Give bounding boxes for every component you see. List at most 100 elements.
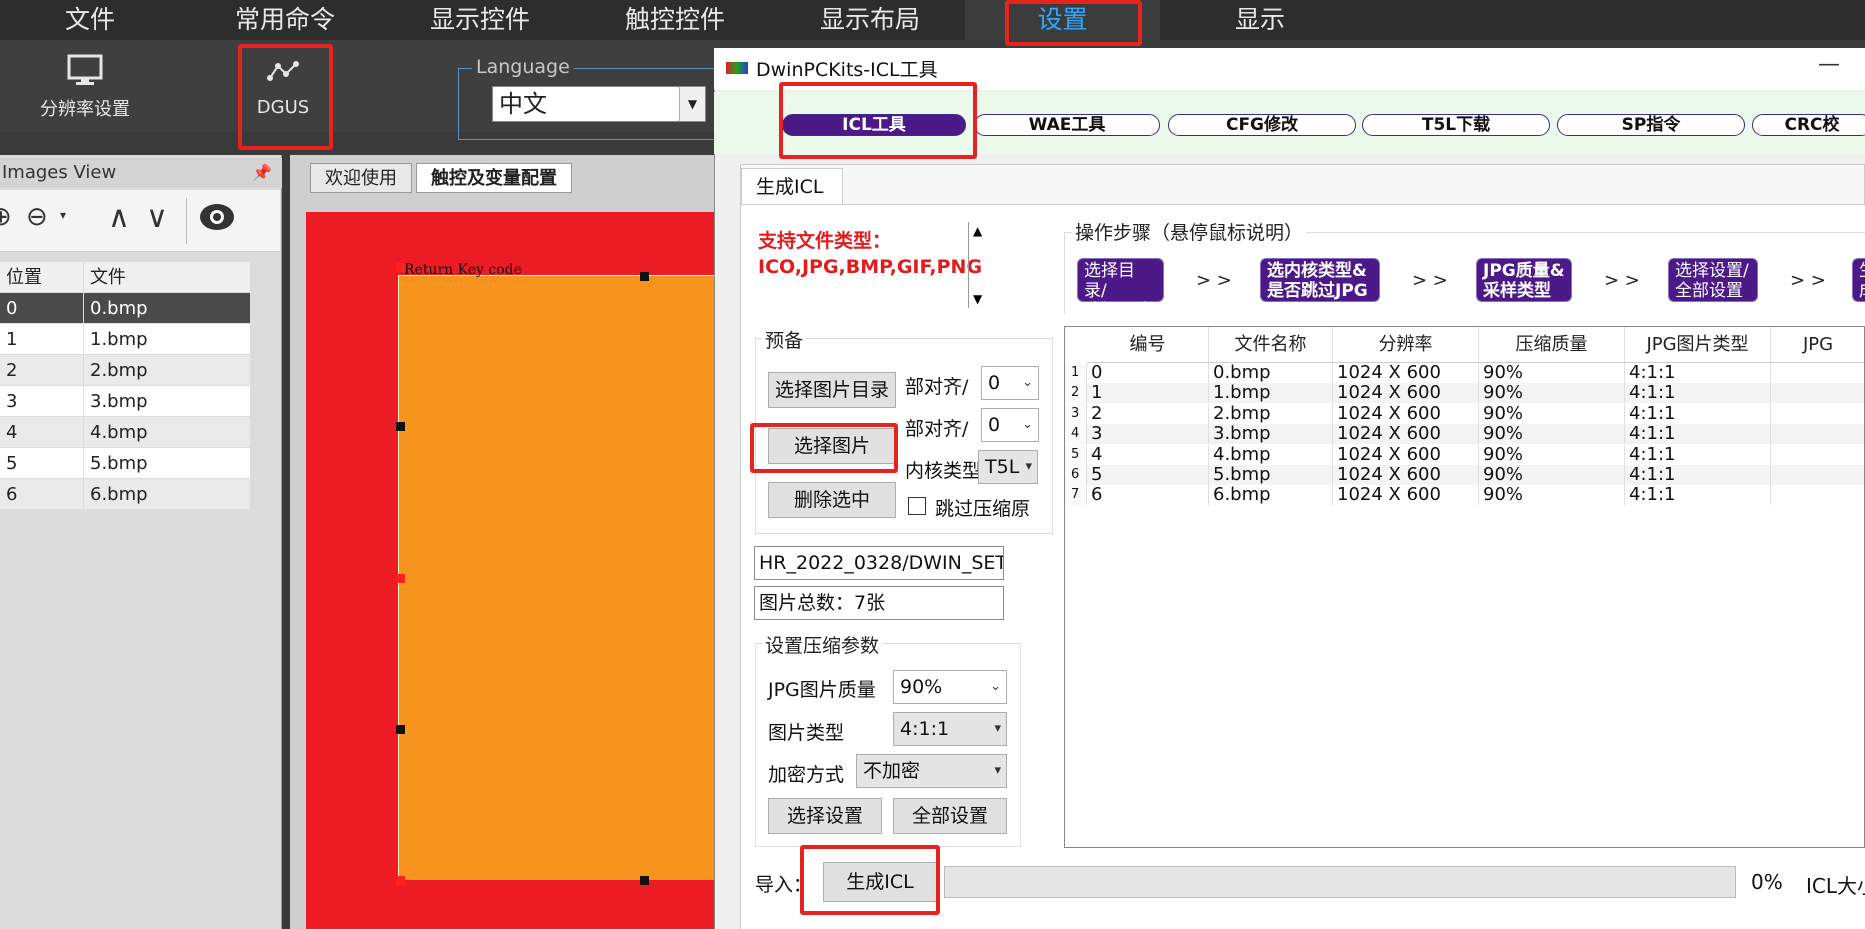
filename-cell: 0.bmp xyxy=(1209,363,1333,383)
tool-tab-t5l[interactable]: T5L下载 xyxy=(1362,114,1550,136)
grid-row[interactable]: 4 3 3.bmp 1024 X 600 90% 4:1:1 xyxy=(1065,424,1864,445)
resize-handle[interactable] xyxy=(396,422,405,431)
grid-row[interactable]: 3 2 2.bmp 1024 X 600 90% 4:1:1 xyxy=(1065,403,1864,424)
menu-settings[interactable]: 设置 xyxy=(965,0,1160,40)
resize-handle[interactable] xyxy=(396,263,405,272)
row-number-cell: 2 xyxy=(1065,383,1087,404)
touch-region[interactable] xyxy=(398,275,720,880)
eye-icon[interactable] xyxy=(198,200,236,241)
tab-welcome[interactable]: 欢迎使用 xyxy=(310,163,412,193)
tool-tab-icl[interactable]: ICL工具 xyxy=(782,114,966,136)
grid-header-index[interactable]: 编号 xyxy=(1087,327,1209,363)
images-table-row[interactable]: 5 5.bmp xyxy=(0,448,250,479)
skip-compress-checkbox[interactable] xyxy=(908,497,926,515)
grid-header-jpg-type[interactable]: JPG图片类型 xyxy=(1625,327,1771,363)
chevron-down-icon: ⌄ xyxy=(1022,417,1033,432)
images-table-row[interactable]: 4 4.bmp xyxy=(0,417,250,448)
step-generate[interactable]: 生成 xyxy=(1852,258,1865,302)
images-table-row[interactable]: 3 3.bmp xyxy=(0,386,250,417)
path-field[interactable]: HR_2022_0328/DWIN_SET xyxy=(754,546,1004,580)
tool-tab-sp[interactable]: SP指令 xyxy=(1557,114,1745,136)
step-settings[interactable]: 选择设置/全部设置 xyxy=(1668,258,1758,302)
total-images-field: 图片总数：7张 xyxy=(754,586,1004,620)
scroll-down-icon[interactable]: ▼ xyxy=(973,292,982,306)
grid-row[interactable]: 1 0 0.bmp 1024 X 600 90% 4:1:1 xyxy=(1065,363,1864,383)
dgus-button[interactable]: DGUS xyxy=(248,58,318,118)
jpg-extra-cell xyxy=(1771,485,1864,505)
resize-handle[interactable] xyxy=(640,876,649,885)
resolution-label: 分辨率设置 xyxy=(40,99,130,120)
menu-display-layout[interactable]: 显示布局 xyxy=(795,0,945,40)
dgus-label: DGUS xyxy=(256,97,310,118)
toolbar-divider xyxy=(186,198,187,244)
grid-header-resolution[interactable]: 分辨率 xyxy=(1333,327,1479,363)
add-icon[interactable]: ⊕ xyxy=(0,202,12,232)
resize-handle[interactable] xyxy=(640,272,649,281)
jpg-type-cell: 4:1:1 xyxy=(1625,383,1771,404)
core-type-combo[interactable]: T5L ▾ xyxy=(978,450,1038,484)
generate-icl-button[interactable]: 生成ICL xyxy=(823,862,937,902)
grid-row[interactable]: 5 4 4.bmp 1024 X 600 90% 4:1:1 xyxy=(1065,444,1864,465)
resize-handle[interactable] xyxy=(396,876,405,885)
grid-header-filename[interactable]: 文件名称 xyxy=(1209,327,1333,363)
align-combo-1[interactable]: 0 ⌄ xyxy=(981,366,1039,400)
encrypt-combo[interactable]: 不加密 ▾ xyxy=(856,754,1007,788)
select-image-button[interactable]: 选择图片 xyxy=(768,428,896,464)
grid-header-jpg[interactable]: JPG xyxy=(1771,327,1864,363)
jpg-extra-cell xyxy=(1771,363,1864,383)
images-table-row[interactable]: 0 0.bmp xyxy=(0,293,250,324)
filename-cell: 4.bmp xyxy=(1209,444,1333,465)
image-type-combo[interactable]: 4:1:1 ▾ xyxy=(893,712,1007,746)
grid-header: 编号 文件名称 分辨率 压缩质量 JPG图片类型 JPG xyxy=(1065,327,1864,363)
support-scrollbar[interactable]: ▲ ▼ xyxy=(968,222,992,308)
images-table-row[interactable]: 1 1.bmp xyxy=(0,324,250,355)
select-image-dir-button[interactable]: 选择图片目录 xyxy=(768,372,896,408)
images-table-row[interactable]: 2 2.bmp xyxy=(0,355,250,386)
align-combo-2[interactable]: 0 ⌄ xyxy=(981,408,1039,442)
language-select[interactable]: 中文 ▼ xyxy=(492,86,706,122)
select-settings-button[interactable]: 选择设置 xyxy=(768,798,882,834)
images-table: 位置 文件 0 0.bmp 1 1.bmp 2 2.bmp 3 3.bmp 4 4.bmp 5 5.b… xyxy=(0,262,250,510)
index-cell: 0 xyxy=(1087,363,1209,383)
header-position[interactable]: 位置 xyxy=(0,262,84,292)
move-down-icon[interactable]: ∨ xyxy=(146,200,168,235)
tool-tab-cfg[interactable]: CFG修改 xyxy=(1168,114,1356,136)
jpg-quality-combo[interactable]: 90% ⌄ xyxy=(893,670,1007,704)
jpg-type-cell: 4:1:1 xyxy=(1625,403,1771,424)
index-cell: 6 xyxy=(1087,485,1209,506)
menu-file[interactable]: 文件 xyxy=(40,0,140,40)
grid-header-quality[interactable]: 压缩质量 xyxy=(1479,327,1625,363)
step-jpg-quality[interactable]: JPG质量& 采样类型 xyxy=(1476,258,1572,302)
progress-bar xyxy=(944,866,1736,898)
step-core-type[interactable]: 选内核类型& 是否跳过JPG xyxy=(1260,258,1380,302)
tool-tab-crc[interactable]: CRC校 xyxy=(1752,114,1865,136)
pin-icon[interactable]: 📌 xyxy=(252,158,272,188)
remove-icon[interactable]: ⊖ xyxy=(26,202,48,232)
delete-selected-button[interactable]: 删除选中 xyxy=(768,482,896,518)
image-type-label: 图片类型 xyxy=(768,722,845,744)
tab-generate-icl[interactable]: 生成ICL xyxy=(741,168,843,204)
tool-tab-wae[interactable]: WAE工具 xyxy=(974,114,1160,136)
images-table-row[interactable]: 6 6.bmp xyxy=(0,479,250,510)
resolution-button[interactable]: 分辨率设置 xyxy=(30,52,140,121)
resolution-cell: 1024 X 600 xyxy=(1333,363,1479,383)
all-settings-button[interactable]: 全部设置 xyxy=(893,798,1007,834)
menu-display[interactable]: 显示 xyxy=(1210,0,1310,40)
menu-common-commands[interactable]: 常用命令 xyxy=(210,0,360,40)
resize-handle[interactable] xyxy=(396,574,405,583)
grid-row[interactable]: 6 5 5.bmp 1024 X 600 90% 4:1:1 xyxy=(1065,465,1864,485)
tab-touch-variable-config[interactable]: 触控及变量配置 xyxy=(416,163,572,193)
grid-row[interactable]: 2 1 1.bmp 1024 X 600 90% 4:1:1 xyxy=(1065,383,1864,404)
scroll-up-icon[interactable]: ▲ xyxy=(973,224,982,238)
header-file[interactable]: 文件 xyxy=(84,262,250,292)
image-position-cell: 3 xyxy=(0,386,84,416)
minimize-icon[interactable]: — xyxy=(1818,52,1840,77)
step-select-images[interactable]: 选择目录/选择图片 xyxy=(1077,258,1164,321)
menu-touch-controls[interactable]: 触控控件 xyxy=(600,0,750,40)
align-value-2: 0 xyxy=(988,414,1001,436)
menu-display-controls[interactable]: 显示控件 xyxy=(405,0,555,40)
move-up-icon[interactable]: ∧ xyxy=(108,200,130,235)
dropdown-icon[interactable]: ▾ xyxy=(60,208,66,222)
resize-handle[interactable] xyxy=(396,725,405,734)
grid-row[interactable]: 7 6 6.bmp 1024 X 600 90% 4:1:1 xyxy=(1065,485,1864,506)
